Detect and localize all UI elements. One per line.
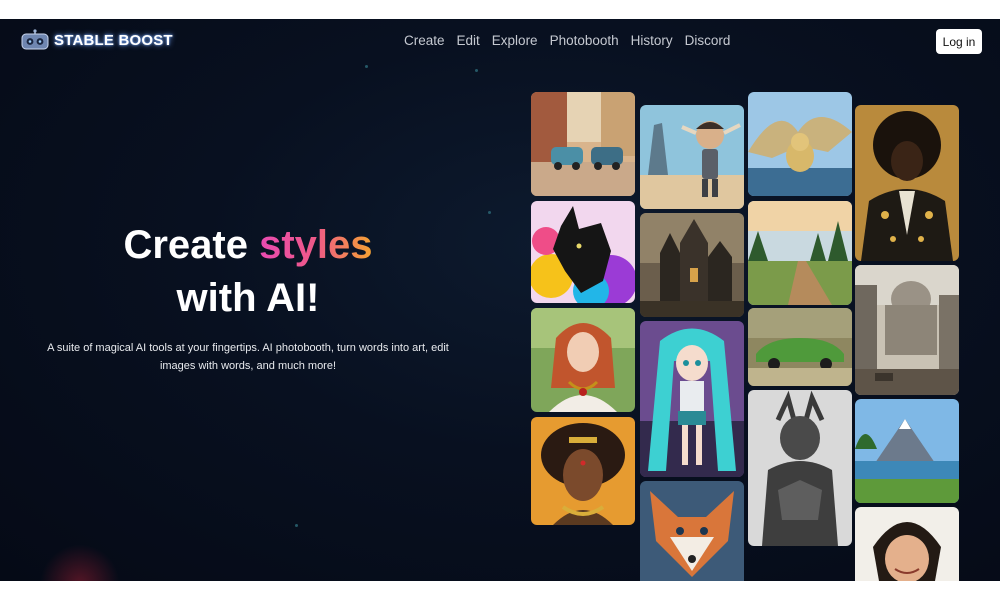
- street-cars-image: [531, 92, 635, 196]
- mountain-lake-image: [855, 399, 959, 503]
- nav-create[interactable]: Create: [398, 33, 451, 48]
- nav-photobooth[interactable]: Photobooth: [544, 33, 625, 48]
- main-menu: Create Edit Explore Photobooth History D…: [398, 33, 736, 48]
- background-star: [475, 69, 478, 72]
- hero-subtitle: A suite of magical AI tools at your fing…: [47, 342, 449, 372]
- login-button[interactable]: Log in: [936, 29, 982, 54]
- app-frame: STABLE BOOST Create Edit Explore Photobo…: [0, 19, 1000, 581]
- headline-accent: styles: [259, 223, 373, 267]
- afro-man-image: [855, 105, 959, 261]
- background-glow: [40, 544, 120, 581]
- hero-headline: Create styles with AI!: [40, 219, 456, 325]
- winged-dog-image: [748, 92, 852, 196]
- forest-road-image: [748, 201, 852, 305]
- top-nav: STABLE BOOST Create Edit Explore Photobo…: [0, 19, 1000, 65]
- background-star: [488, 211, 491, 214]
- capitol-ruins-image: [855, 265, 959, 395]
- smiling-woman-image: [855, 507, 959, 581]
- brand-name: STABLE BOOST: [54, 31, 173, 49]
- brand-logo[interactable]: STABLE BOOST: [20, 29, 173, 51]
- nav-edit[interactable]: Edit: [451, 33, 486, 48]
- redhead-woman-image: [531, 308, 635, 412]
- green-car-image: [748, 308, 852, 386]
- anime-girl-image: [640, 321, 744, 477]
- black-dog-image: [531, 201, 635, 303]
- headline-line2: with AI!: [176, 276, 320, 320]
- robot-logo-icon: [20, 29, 50, 51]
- background-star: [295, 524, 298, 527]
- headline-plain: Create: [123, 223, 260, 267]
- fox-image: [640, 481, 744, 581]
- nav-explore[interactable]: Explore: [486, 33, 544, 48]
- nav-history[interactable]: History: [625, 33, 679, 48]
- nav-discord[interactable]: Discord: [679, 33, 737, 48]
- african-queen-image: [531, 417, 635, 525]
- armored-creature-image: [748, 390, 852, 546]
- hero-section: Create styles with AI! A suite of magica…: [40, 219, 456, 375]
- robot-boy-image: [640, 105, 744, 209]
- gothic-castle-image: [640, 213, 744, 317]
- background-star: [365, 65, 368, 68]
